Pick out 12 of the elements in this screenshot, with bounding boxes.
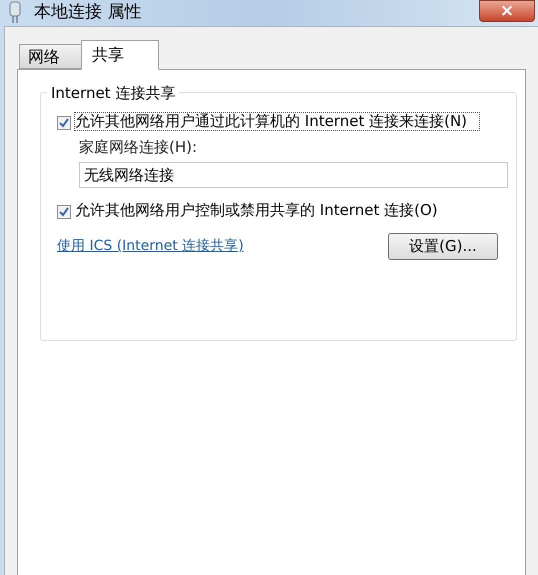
tab[interactable]: 网络 — [19, 44, 81, 68]
settings-button[interactable]: 设置(G)... — [388, 233, 498, 260]
window-title: 本地连接 属性 — [34, 1, 142, 24]
checkbox[interactable] — [57, 205, 71, 219]
checkbox-label: 允许其他网络用户通过此计算机的 Internet 连接来连接(N) — [75, 112, 479, 130]
network-adapter-icon — [8, 0, 22, 25]
checkbox-label: 允许其他网络用户控制或禁用共享的 Internet 连接(O) — [75, 202, 439, 219]
ics-help-link[interactable]: 使用 ICS (Internet 连接共享) — [57, 236, 244, 257]
tab[interactable]: 共享 — [81, 40, 159, 70]
field-label: 家庭网络连接(H): — [79, 136, 198, 158]
home-network-field[interactable]: 无线网络连接 — [79, 162, 508, 188]
checkbox[interactable] — [57, 116, 71, 130]
